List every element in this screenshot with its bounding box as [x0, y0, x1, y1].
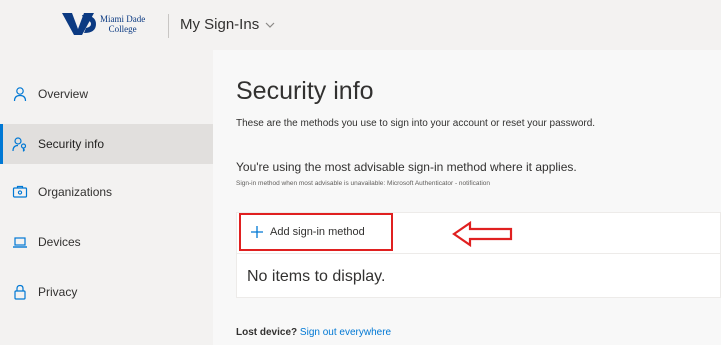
- brand-line-1: Miami Dade: [100, 14, 146, 24]
- card-divider: [237, 253, 721, 254]
- sidebar: Overview Security info Organizations Dev…: [0, 50, 213, 345]
- sidebar-item-label: Organizations: [38, 185, 113, 199]
- empty-state-text: No items to display.: [247, 268, 386, 285]
- logo-text: Miami Dade College: [100, 14, 145, 34]
- organizations-icon: [12, 185, 28, 198]
- sidebar-item-privacy[interactable]: Privacy: [0, 272, 213, 312]
- advisable-method-subtext: Sign-in method when most advisable is un…: [236, 180, 490, 187]
- lost-device-row: Lost device? Sign out everywhere: [236, 327, 391, 338]
- main-content: Security info These are the methods you …: [213, 50, 721, 345]
- page-description: These are the methods you use to sign in…: [236, 118, 596, 129]
- advisable-method-message: You're using the most advisable sign-in …: [236, 160, 577, 174]
- sidebar-item-label: Overview: [38, 87, 89, 101]
- sidebar-item-devices[interactable]: Devices: [0, 222, 213, 262]
- red-arrow-annotation-icon: [452, 221, 513, 247]
- security-info-icon: [12, 137, 27, 152]
- plus-icon: [251, 226, 263, 238]
- sidebar-item-label: Devices: [38, 235, 81, 249]
- top-header: Miami Dade College My Sign-Ins: [0, 0, 721, 50]
- sidebar-item-security-info[interactable]: Security info: [0, 124, 213, 164]
- sidebar-item-label: Security info: [38, 137, 105, 151]
- sidebar-item-organizations[interactable]: Organizations: [0, 172, 213, 212]
- sidebar-item-overview[interactable]: Overview: [0, 74, 213, 114]
- laptop-icon: [13, 237, 27, 248]
- sign-in-methods-card: Add sign-in method No items to display.: [236, 212, 721, 298]
- lost-device-label: Lost device?: [236, 327, 298, 338]
- app-switcher[interactable]: My Sign-Ins: [180, 16, 275, 33]
- sidebar-item-label: Privacy: [38, 285, 78, 299]
- brand-line-2: College: [108, 24, 137, 34]
- app-title: My Sign-Ins: [180, 16, 260, 33]
- add-sign-in-method-label: Add sign-in method: [270, 226, 365, 238]
- logo-mark-icon: [62, 13, 96, 35]
- page-title: Security info: [236, 77, 374, 105]
- college-logo[interactable]: Miami Dade College: [60, 11, 145, 37]
- person-icon: [13, 87, 27, 102]
- sign-out-everywhere-link[interactable]: Sign out everywhere: [300, 327, 391, 338]
- lock-icon: [14, 284, 26, 300]
- chevron-down-icon: [265, 22, 275, 28]
- add-sign-in-method-button[interactable]: Add sign-in method: [239, 213, 393, 251]
- header-divider: [168, 14, 169, 38]
